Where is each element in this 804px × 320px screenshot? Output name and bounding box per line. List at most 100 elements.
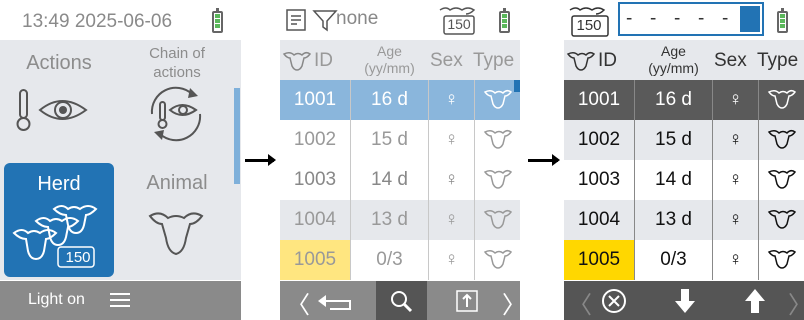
herd-icon <box>12 205 98 268</box>
tile-actions-label: Actions <box>26 52 92 74</box>
filter-value[interactable]: none <box>336 8 378 30</box>
status-bar: 13:49 2025-06-06 <box>0 0 241 40</box>
chevron-right-icon[interactable]: 〉 <box>788 285 804 320</box>
cow-type-icon <box>759 120 804 160</box>
female-icon: ♀ <box>728 89 743 110</box>
herd-list-screen: none 150 ID Age (yy/mm) Sex Type 1001 16… <box>280 0 520 320</box>
cell-age: 15 d <box>371 129 408 150</box>
list-toolbar: none 150 <box>280 0 520 40</box>
herd-count: 150 <box>576 17 602 34</box>
id-input-field[interactable]: - - - - - <box>618 2 764 36</box>
flow-arrow-2 <box>528 154 560 166</box>
cow-type-icon <box>475 200 520 240</box>
cell-age: 16 d <box>371 89 408 110</box>
col-id[interactable]: ID <box>598 50 617 72</box>
back-icon[interactable] <box>316 289 356 313</box>
cow-type-icon <box>759 160 804 200</box>
cell-id: 1004 <box>577 209 621 230</box>
table-row[interactable]: 1002 15 d ♀ <box>564 120 804 160</box>
cell-id: 1003 <box>293 169 337 190</box>
list-scrollbar[interactable] <box>514 80 520 92</box>
id-digit: - <box>650 8 657 29</box>
table-row[interactable]: 1002 15 d ♀ <box>280 120 520 160</box>
tile-herd-label: Herd <box>37 173 81 195</box>
scroll-top-icon[interactable] <box>455 289 479 313</box>
footer-bar: Light on <box>0 281 241 320</box>
cow-type-icon <box>475 160 520 200</box>
search-icon <box>391 291 413 313</box>
cell-age: 14 d <box>655 169 692 190</box>
id-digit: - <box>674 8 681 29</box>
female-icon: ♀ <box>728 129 743 150</box>
chevron-left-icon[interactable]: 〈 <box>286 285 310 320</box>
cell-id: 1001 <box>577 89 621 110</box>
col-type[interactable]: Type <box>473 50 514 72</box>
cow-head-icon <box>148 212 204 256</box>
female-icon: ♀ <box>728 209 743 230</box>
cow-head-icon <box>566 51 596 71</box>
cell-id: 1001 <box>293 89 337 110</box>
col-age-unit: (yy/mm) <box>648 60 699 76</box>
cell-age: 15 d <box>655 129 692 150</box>
id-digit: - <box>698 8 705 29</box>
col-type[interactable]: Type <box>757 50 798 72</box>
cancel-icon[interactable] <box>600 287 628 315</box>
cow-type-icon <box>475 120 520 160</box>
filter-icon[interactable] <box>312 8 338 32</box>
female-icon: ♀ <box>444 89 459 110</box>
table-row[interactable]: 1003 14 d ♀ <box>280 160 520 200</box>
chevron-left-icon[interactable]: 〈 <box>568 285 592 320</box>
col-sex[interactable]: Sex <box>430 50 463 72</box>
female-icon: ♀ <box>728 169 743 190</box>
cell-age: 13 d <box>371 209 408 230</box>
cell-age: 0/3 <box>660 249 687 270</box>
cell-id: 1004 <box>293 209 337 230</box>
arrow-up-icon[interactable] <box>744 287 766 315</box>
battery-icon <box>212 8 223 33</box>
document-icon[interactable] <box>285 8 307 32</box>
herd-count: 150 <box>447 16 471 32</box>
table-row[interactable]: 1001 16 d ♀ <box>280 80 520 120</box>
female-icon: ♀ <box>444 129 459 150</box>
col-sex[interactable]: Sex <box>714 50 747 72</box>
tile-animal[interactable]: Animal <box>120 162 234 280</box>
table-row[interactable]: 1004 13 d ♀ <box>280 200 520 240</box>
table-row[interactable]: 1005 0/3 ♀ <box>564 240 804 280</box>
id-entry-screen: 150 - - - - - ID Age (yy/mm) Sex Type 10… <box>564 0 804 320</box>
cell-age: 13 d <box>655 209 692 230</box>
light-on-button[interactable]: Light on <box>28 291 85 309</box>
nav-bar: 〈 〉 <box>564 281 804 320</box>
table-row[interactable]: 1004 13 d ♀ <box>564 200 804 240</box>
col-age[interactable]: Age <box>351 43 428 59</box>
cow-head-icon <box>282 51 312 71</box>
female-icon: ♀ <box>728 249 743 270</box>
table-header: ID Age (yy/mm) Sex Type <box>280 40 520 80</box>
nav-bar: 〈 〉 <box>280 281 520 320</box>
chevron-right-icon[interactable]: 〉 <box>502 285 520 320</box>
id-digit: - <box>626 8 633 29</box>
col-age[interactable]: Age <box>635 43 712 59</box>
cow-type-icon <box>759 240 804 280</box>
tile-animal-label: Animal <box>146 172 208 194</box>
table-header: ID Age (yy/mm) Sex Type <box>564 40 804 80</box>
table-row[interactable]: 1001 16 d ♀ <box>564 80 804 120</box>
table-row[interactable]: 1005 0/3 ♀ <box>280 240 520 280</box>
cell-age: 0/3 <box>376 249 403 270</box>
table-row[interactable]: 1003 14 d ♀ <box>564 160 804 200</box>
cell-id: 1005 <box>280 240 350 280</box>
tile-actions[interactable]: Actions <box>0 40 118 160</box>
table-body: 1001 16 d ♀ 1002 15 d ♀ 1003 14 d ♀ 1004… <box>280 80 520 280</box>
battery-icon <box>777 8 788 33</box>
main-menu-screen: 13:49 2025-06-06 Actions Chain of action… <box>0 0 241 320</box>
herd-count-badge: 150 <box>65 249 91 266</box>
cursor-block <box>740 6 760 32</box>
menu-icon[interactable] <box>110 290 132 310</box>
tile-chain-of-actions[interactable]: Chain of actions <box>120 40 234 160</box>
menu-scrollbar[interactable] <box>234 88 240 184</box>
id-digit: - <box>722 8 729 29</box>
search-button[interactable] <box>376 281 427 320</box>
col-id[interactable]: ID <box>314 50 333 72</box>
female-icon: ♀ <box>444 209 459 230</box>
tile-herd[interactable]: Herd 150 <box>4 163 114 277</box>
arrow-down-icon[interactable] <box>674 287 696 315</box>
